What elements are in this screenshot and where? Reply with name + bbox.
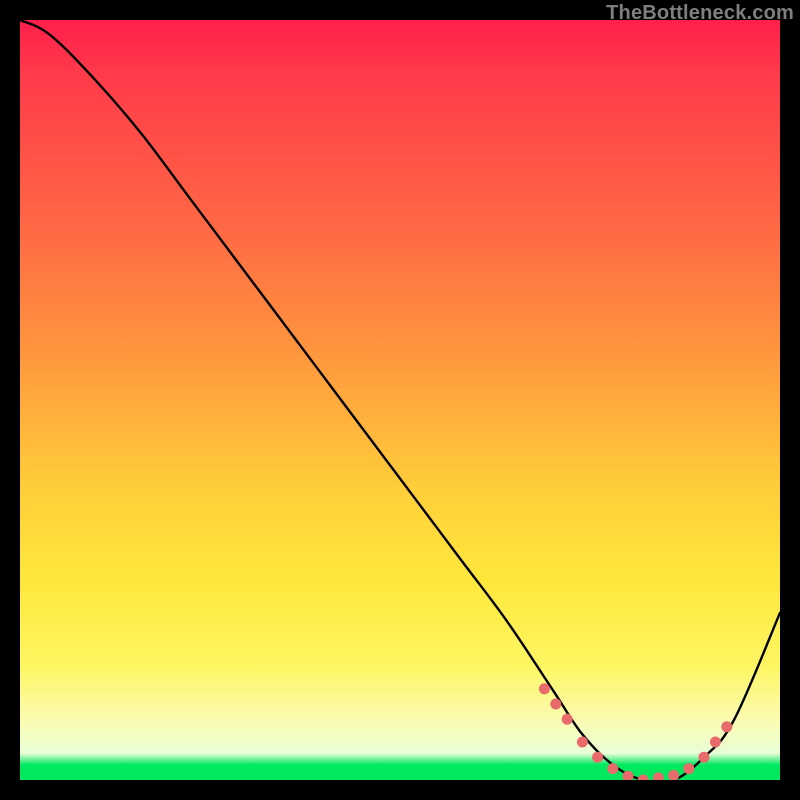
highlight-dots — [539, 683, 732, 780]
highlight-dot — [577, 737, 588, 748]
highlight-dot — [607, 763, 618, 774]
highlight-dot — [539, 683, 550, 694]
bottleneck-curve — [20, 20, 780, 780]
highlight-dot — [653, 772, 664, 780]
highlight-dot — [710, 737, 721, 748]
highlight-dot — [562, 714, 573, 725]
highlight-dot — [550, 699, 561, 710]
chart-frame: TheBottleneck.com — [0, 0, 800, 800]
chart-svg — [20, 20, 780, 780]
highlight-dot — [592, 752, 603, 763]
highlight-dot — [699, 752, 710, 763]
highlight-dot — [638, 775, 649, 781]
highlight-dot — [668, 770, 679, 780]
plot-area — [20, 20, 780, 780]
highlight-dot — [721, 721, 732, 732]
highlight-dot — [683, 763, 694, 774]
